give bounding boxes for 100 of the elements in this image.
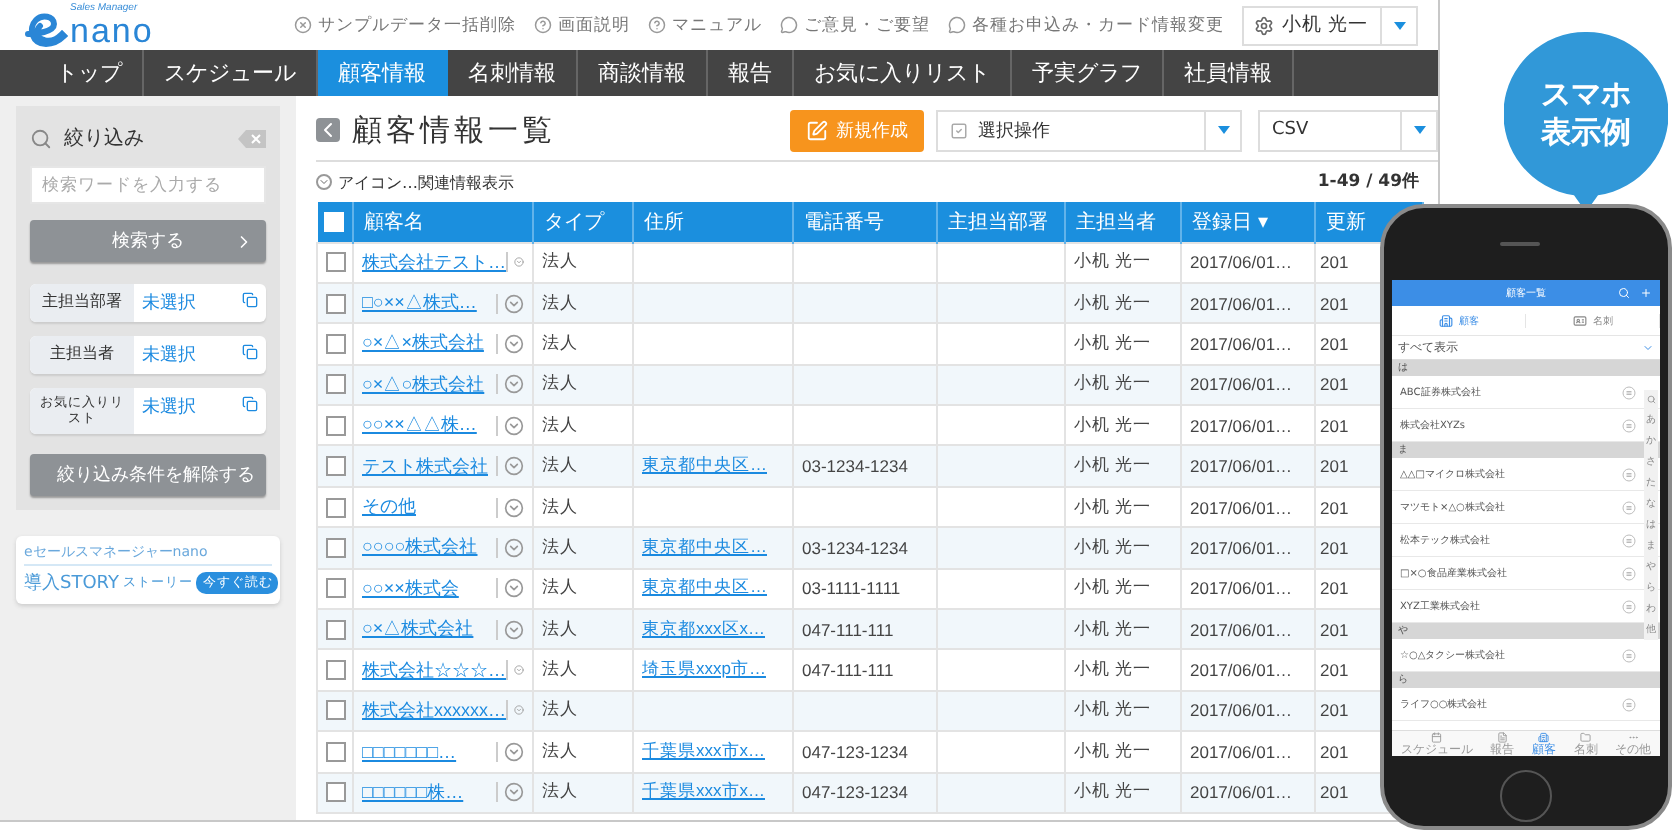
date-cell: 2017/06/01… (1190, 497, 1293, 518)
filter-value[interactable]: 未選択 (134, 336, 242, 374)
date-cell: 2017/06/01… (1190, 456, 1293, 477)
dropdown-circle-icon[interactable] (504, 497, 524, 518)
dropdown-circle-icon[interactable] (514, 700, 524, 721)
date-cell: 201 (1320, 537, 1349, 558)
type-cell: 法人 (542, 658, 578, 679)
column-header[interactable]: 電話番号 (793, 202, 937, 242)
clear-filter-button[interactable]: 絞り込み条件を解除する (30, 453, 266, 496)
owner-cell: 小机 光一 (1074, 535, 1151, 556)
column-header[interactable]: 主担当者 (1065, 202, 1181, 242)
type-cell: 法人 (542, 535, 578, 556)
nav-tab[interactable]: 商談情報 (578, 50, 708, 96)
dropdown-circle-icon[interactable] (504, 293, 524, 314)
select-all-checkbox[interactable] (324, 211, 345, 232)
collapse-tab-icon[interactable] (238, 129, 266, 147)
row-checkbox[interactable] (325, 293, 345, 314)
header-link[interactable]: ご意見・ご要望 (780, 13, 930, 37)
bulk-action-select[interactable]: 選択操作 (936, 109, 1242, 151)
date-cell: 2017/06/01… (1190, 537, 1293, 558)
column-header[interactable]: 登録日 ▾ (1181, 202, 1315, 242)
header-link[interactable]: マニュアル (648, 13, 762, 37)
dropdown-circle-icon[interactable] (504, 415, 524, 436)
dropdown-circle-icon[interactable] (504, 578, 524, 599)
owner-cell: 小机 光一 (1074, 454, 1151, 475)
row-checkbox[interactable] (325, 741, 345, 762)
row-checkbox[interactable] (325, 700, 345, 721)
row-checkbox[interactable] (325, 252, 345, 273)
search-button[interactable]: 検索する (30, 220, 266, 262)
close-circle-icon (294, 16, 312, 34)
dropdown-circle-icon[interactable] (514, 252, 524, 273)
row-checkbox[interactable] (325, 619, 345, 640)
back-icon[interactable] (316, 118, 340, 142)
search-field[interactable]: 検索ワードを入力する (30, 166, 266, 204)
new-button[interactable]: 新規作成 (790, 109, 924, 151)
copy-icon[interactable] (242, 396, 258, 412)
row-checkbox[interactable] (325, 333, 345, 354)
caret-circle-icon (316, 174, 332, 190)
dropdown-circle-icon[interactable] (504, 782, 524, 803)
column-header[interactable]: 住所 (633, 202, 793, 242)
column-header[interactable]: タイプ (533, 202, 633, 242)
type-cell: 法人 (542, 250, 578, 271)
nav-tab[interactable]: 社員情報 (1164, 50, 1294, 96)
dropdown-circle-icon[interactable] (504, 741, 524, 762)
date-cell: 2017/06/01… (1190, 619, 1293, 640)
filter-title: 絞り込み (64, 125, 146, 152)
owner-cell: 小机 光一 (1074, 413, 1151, 434)
filter-label: 主担当者 (30, 336, 134, 374)
owner-cell: 小机 光一 (1074, 250, 1151, 271)
header-link[interactable]: 画面説明 (534, 13, 630, 37)
icon-toggle[interactable]: アイコン…関連情報表示 (316, 171, 514, 193)
dropdown-circle-icon[interactable] (504, 619, 524, 640)
column-header[interactable]: 主担当部署 (937, 202, 1065, 242)
dropdown-circle-icon[interactable] (504, 333, 524, 354)
date-cell: 2017/06/01… (1190, 374, 1293, 395)
record-count: 1-49 / 49件 (1317, 170, 1420, 194)
copy-icon[interactable] (242, 344, 258, 360)
row-checkbox[interactable] (325, 537, 345, 558)
nav-tab[interactable]: お気に入りリスト (794, 50, 1012, 96)
type-cell: 法人 (542, 454, 578, 475)
row-checkbox[interactable] (325, 782, 345, 803)
row-checkbox[interactable] (325, 578, 345, 599)
header-link[interactable]: 各種お申込み・カード情報変更 (948, 13, 1224, 37)
column-header[interactable]: 顧客名 (353, 202, 533, 242)
row-checkbox[interactable] (325, 660, 345, 681)
filter-value[interactable]: 未選択 (134, 388, 242, 434)
callout-text: 表示例 (1541, 114, 1631, 152)
row-checkbox[interactable] (325, 374, 345, 395)
nav-tab[interactable]: 名刺情報 (448, 50, 578, 96)
date-cell: 201 (1320, 578, 1349, 599)
owner-cell: 小机 光一 (1074, 780, 1151, 801)
date-cell: 2017/06/01… (1190, 293, 1293, 314)
row-checkbox[interactable] (325, 456, 345, 477)
row-checkbox[interactable] (325, 497, 345, 518)
header-link[interactable]: サンプルデータ一括削除 (294, 13, 516, 37)
type-cell: 法人 (542, 698, 578, 719)
export-select[interactable]: CSV (1258, 109, 1438, 151)
dropdown-circle-icon[interactable] (514, 660, 524, 681)
logo-name: nano (70, 13, 154, 47)
phone-cell: 047-123-1234 (802, 741, 908, 762)
type-cell: 法人 (542, 331, 578, 352)
speech-bubble-icon (948, 16, 966, 34)
dropdown-circle-icon[interactable] (504, 456, 524, 477)
dropdown-circle-icon[interactable] (504, 537, 524, 558)
filter-value[interactable]: 未選択 (134, 284, 242, 322)
filter-row[interactable]: 主担当者 未選択 (30, 336, 266, 374)
filter-row[interactable]: 主担当部署 未選択 (30, 284, 266, 322)
owner-cell: 小机 光一 (1074, 576, 1151, 597)
home-button[interactable] (1500, 770, 1552, 822)
date-cell: 201 (1320, 374, 1349, 395)
nav-tab[interactable]: 顧客情報 (318, 50, 448, 96)
user-menu[interactable]: 小机 光一 (1242, 5, 1418, 45)
phone-cell: 03-1111-1111 (802, 578, 901, 599)
copy-icon[interactable] (242, 292, 258, 308)
nav-tab[interactable]: 報告 (708, 50, 794, 96)
nav-tab[interactable]: 予実グラフ (1012, 50, 1164, 96)
dropdown-circle-icon[interactable] (504, 374, 524, 395)
type-cell: 法人 (542, 291, 578, 312)
owner-cell: 小机 光一 (1074, 291, 1151, 312)
row-checkbox[interactable] (325, 415, 345, 436)
